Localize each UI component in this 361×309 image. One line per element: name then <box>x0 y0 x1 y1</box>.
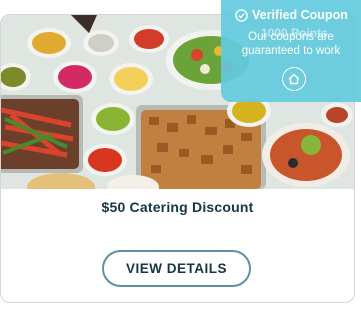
home-icon[interactable] <box>282 67 306 91</box>
verified-coupon-overlay: Verified Coupon 1000 Points Our coupons … <box>221 0 361 102</box>
guarantee-text: Our coupons are guaranteed to work <box>241 31 341 57</box>
coupon-title: $50 Catering Discount <box>101 199 254 215</box>
view-details-button[interactable]: VIEW DETAILS <box>102 250 251 287</box>
verified-coupon-badge: Verified Coupon <box>235 8 348 22</box>
verified-coupon-label: Verified Coupon <box>252 8 348 22</box>
check-circle-icon <box>235 8 248 22</box>
